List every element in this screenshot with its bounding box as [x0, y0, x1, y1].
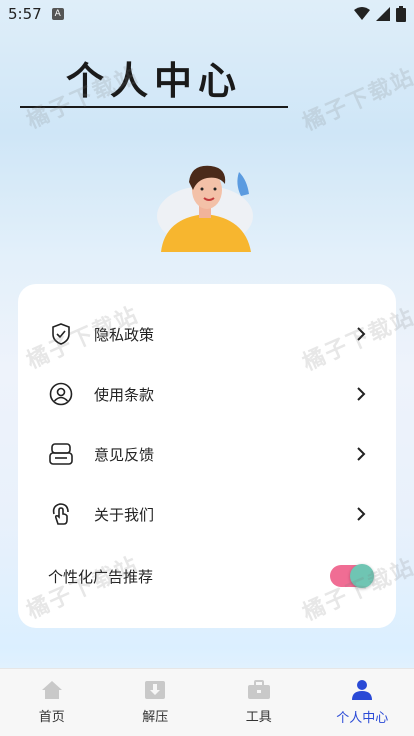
- archive-icon: [145, 681, 166, 699]
- status-icons: [354, 6, 406, 22]
- menu-item-label: 隐私政策: [94, 325, 155, 344]
- tab-label: 解压: [142, 710, 169, 725]
- menu-item-label: 意见反馈: [94, 445, 155, 464]
- wifi-icon: [354, 7, 370, 20]
- menu-item-terms-of-use[interactable]: 使用条款: [18, 372, 396, 416]
- signal-icon: [376, 7, 390, 21]
- personalized-ads-toggle[interactable]: [330, 564, 374, 588]
- menu-item-label: 使用条款: [94, 385, 155, 404]
- page-header: 个人中心: [20, 44, 290, 110]
- menu-item-label: 关于我们: [94, 505, 155, 524]
- tab-label: 个人中心: [336, 711, 389, 726]
- tab-home[interactable]: 首页: [0, 669, 104, 736]
- page-title: 个人中心: [66, 58, 243, 103]
- tab-label: 首页: [38, 710, 65, 725]
- settings-card: 隐私政策 使用条款 意见反馈 关于我们 个性化广告推荐: [18, 284, 396, 628]
- toolbox-icon: [247, 680, 270, 699]
- title-underline: [20, 106, 288, 108]
- chevron-right-icon: [354, 324, 368, 344]
- bottom-tab-bar: 首页 解压 工具 个人中心: [0, 668, 414, 736]
- person-icon: [352, 680, 373, 700]
- status-bar: 5:57 A: [0, 0, 414, 28]
- chevron-right-icon: [354, 384, 368, 404]
- watermark: 橘子下载站: [299, 64, 414, 137]
- avatar: [157, 165, 253, 252]
- status-time: 5:57: [8, 5, 42, 23]
- shield-check-icon: [48, 321, 74, 347]
- tab-unzip[interactable]: 解压: [104, 669, 208, 736]
- tab-tools[interactable]: 工具: [207, 669, 311, 736]
- chevron-right-icon: [354, 444, 368, 464]
- sim-icon: A: [51, 8, 64, 20]
- tab-label: 工具: [245, 710, 272, 725]
- home-icon: [41, 681, 62, 699]
- battery-icon: [396, 6, 406, 22]
- chevron-right-icon: [354, 504, 368, 524]
- user-circle-icon: [48, 381, 74, 407]
- tab-profile[interactable]: 个人中心: [311, 669, 414, 736]
- tap-hand-icon: [48, 501, 74, 527]
- toggle-knob: [350, 564, 374, 588]
- personalized-ads-label: 个性化广告推荐: [48, 567, 154, 586]
- menu-item-privacy-policy[interactable]: 隐私政策: [18, 312, 396, 356]
- personalized-ads-row: 个性化广告推荐: [18, 556, 396, 596]
- menu-item-feedback[interactable]: 意见反馈: [18, 432, 396, 476]
- menu-item-about-us[interactable]: 关于我们: [18, 492, 396, 536]
- feedback-icon: [48, 441, 74, 467]
